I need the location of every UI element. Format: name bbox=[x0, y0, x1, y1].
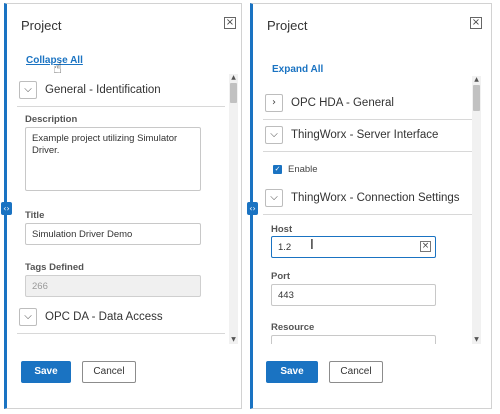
text-cursor-icon: I bbox=[310, 238, 314, 253]
scroll-down-icon[interactable]: ▼ bbox=[229, 336, 238, 344]
left-scroll-area: ⌵ General - Identification Description E… bbox=[7, 74, 229, 342]
tags-defined-input: 266 bbox=[25, 275, 201, 297]
left-scrollbar[interactable]: ▲ ▼ bbox=[229, 74, 238, 344]
chevron-down-icon[interactable]: ⌵ bbox=[265, 126, 283, 144]
host-label: Host bbox=[271, 224, 293, 235]
chevron-down-icon[interactable]: ⌵ bbox=[265, 189, 283, 207]
enable-checkbox-label: Enable bbox=[288, 164, 318, 175]
close-icon[interactable]: × bbox=[470, 17, 482, 29]
scroll-thumb[interactable] bbox=[230, 83, 237, 103]
section-label: General - Identification bbox=[45, 84, 161, 96]
scroll-up-icon[interactable]: ▲ bbox=[472, 76, 481, 84]
chevron-right-icon[interactable]: › bbox=[265, 94, 283, 112]
cancel-button[interactable]: Cancel bbox=[329, 361, 383, 383]
section-opc-da[interactable]: ⌵ OPC DA - Data Access bbox=[17, 305, 225, 334]
description-label: Description bbox=[25, 114, 78, 125]
left-project-panel: ‹› Project × Collapse All ☝ ⌵ General - … bbox=[1, 3, 242, 409]
right-scroll-area: › OPC HDA - General ⌵ ThingWorx - Server… bbox=[253, 88, 479, 344]
enable-checkbox[interactable]: ✓ bbox=[273, 165, 282, 174]
port-label: Port bbox=[271, 271, 290, 282]
chevron-down-icon[interactable]: ⌵ bbox=[19, 81, 37, 99]
tags-defined-label: Tags Defined bbox=[25, 262, 84, 273]
right-scrollbar[interactable]: ▲ ▼ bbox=[472, 76, 481, 344]
scroll-up-icon[interactable]: ▲ bbox=[229, 74, 238, 82]
section-label: ThingWorx - Server Interface bbox=[291, 129, 439, 141]
section-label: ThingWorx - Connection Settings bbox=[291, 192, 460, 204]
host-input[interactable]: 1.2 bbox=[271, 236, 436, 258]
section-thingworx-server-interface[interactable]: ⌵ ThingWorx - Server Interface bbox=[263, 123, 479, 152]
title-label: Title bbox=[25, 210, 45, 221]
close-icon[interactable]: × bbox=[224, 17, 236, 29]
scroll-thumb[interactable] bbox=[473, 85, 480, 111]
expand-all-link[interactable]: Expand All bbox=[272, 64, 323, 75]
right-project-panel: ‹› Project × Expand All › OPC HDA - Gene… bbox=[247, 3, 492, 409]
resource-input[interactable] bbox=[271, 335, 436, 344]
port-input[interactable]: 443 bbox=[271, 284, 436, 306]
description-textarea[interactable]: Example project utilizing Simulator Driv… bbox=[25, 127, 201, 191]
chevron-down-icon[interactable]: ⌵ bbox=[19, 308, 37, 326]
save-button[interactable]: Save bbox=[21, 361, 71, 383]
section-label: OPC HDA - General bbox=[291, 97, 394, 109]
panel-title: Project bbox=[21, 18, 62, 33]
section-opc-hda-general[interactable]: › OPC HDA - General bbox=[263, 91, 479, 120]
save-button[interactable]: Save bbox=[266, 361, 318, 383]
clear-input-icon[interactable]: × bbox=[420, 241, 431, 252]
section-general-identification[interactable]: ⌵ General - Identification bbox=[17, 78, 225, 107]
panel-title: Project bbox=[267, 18, 308, 33]
section-thingworx-connection-settings[interactable]: ⌵ ThingWorx - Connection Settings bbox=[263, 186, 479, 215]
cancel-button[interactable]: Cancel bbox=[82, 361, 136, 383]
title-input[interactable]: Simulation Driver Demo bbox=[25, 223, 201, 245]
resource-label: Resource bbox=[271, 322, 315, 333]
scroll-down-icon[interactable]: ▼ bbox=[472, 336, 481, 344]
section-label: OPC DA - Data Access bbox=[45, 311, 163, 323]
